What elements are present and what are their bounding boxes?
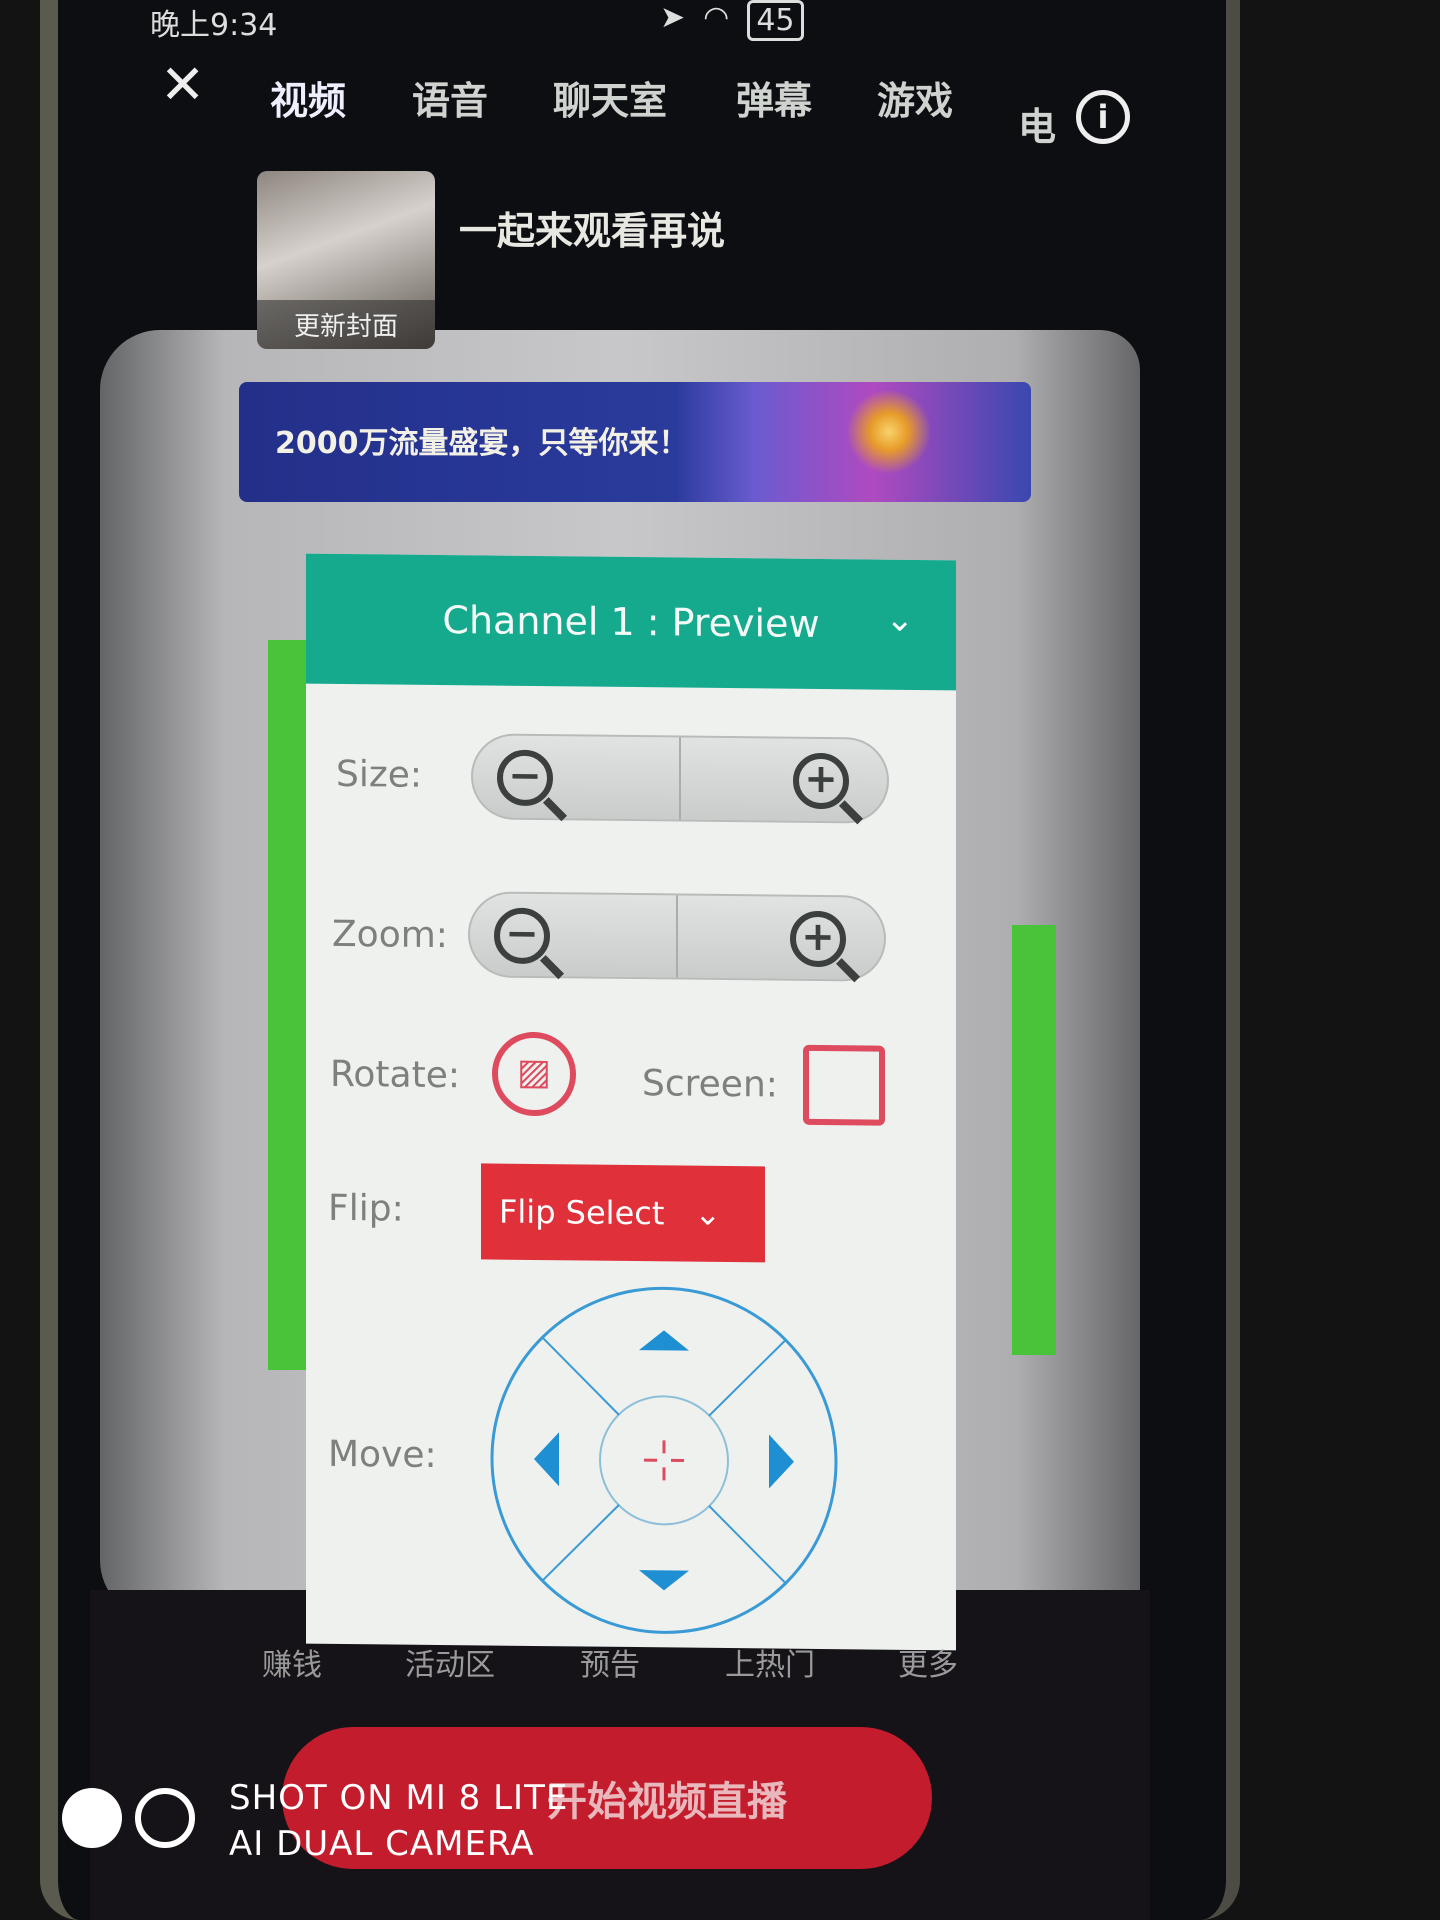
nav-more[interactable]: 更多	[898, 1640, 958, 1684]
size-increase-button[interactable]: +	[681, 738, 887, 822]
promo-banner[interactable]: 2000万流量盛宴，只等你来！	[239, 382, 1031, 502]
flip-select[interactable]: Flip Select ⌄	[481, 1163, 765, 1263]
location-icon: ➤	[660, 0, 686, 35]
zoom-label: Zoom:	[332, 913, 448, 957]
nav-earn[interactable]: 赚钱	[262, 1640, 322, 1684]
status-icons: ➤ ◠ 45	[660, 0, 804, 41]
center-icon	[644, 1440, 684, 1481]
move-right-arrow-icon[interactable]	[769, 1434, 794, 1489]
size-control: − +	[471, 733, 889, 824]
size-label: Size:	[336, 753, 423, 796]
zoom-increase-button[interactable]: +	[678, 895, 884, 979]
preview-control-panel: Channel 1 : Preview ⌄ Size: − + Zoom: − …	[306, 553, 956, 1651]
zoom-out-icon: −	[497, 749, 553, 807]
watermark-dot-outline	[135, 1788, 195, 1848]
panel-title: Channel 1 : Preview	[442, 598, 820, 646]
move-dpad	[490, 1286, 838, 1634]
move-up-arrow-icon[interactable]	[639, 1330, 689, 1351]
tab-game[interactable]: 游戏	[877, 70, 953, 125]
zoom-out-icon: −	[494, 907, 550, 965]
nav-preview[interactable]: 预告	[580, 1640, 640, 1684]
size-decrease-button[interactable]: −	[473, 735, 681, 820]
banner-text: 2000万流量盛宴，只等你来！	[275, 426, 689, 461]
flip-select-value: Flip Select	[499, 1192, 665, 1233]
move-left-arrow-icon[interactable]	[534, 1432, 559, 1487]
room-title[interactable]: 一起来观看再说	[459, 200, 725, 255]
tab-video[interactable]: 视频	[270, 70, 346, 125]
move-down-arrow-icon[interactable]	[639, 1570, 689, 1591]
wifi-icon: ◠	[703, 0, 730, 35]
flip-label: Flip:	[328, 1187, 404, 1230]
cover-thumbnail[interactable]: 更新封面	[257, 171, 435, 349]
tab-more[interactable]: 电	[1018, 96, 1056, 151]
rotate-icon[interactable]: ▨	[492, 1031, 576, 1117]
zoom-decrease-button[interactable]: −	[470, 893, 678, 978]
screen-icon[interactable]	[803, 1044, 885, 1126]
nav-activity[interactable]: 活动区	[405, 1640, 495, 1684]
tab-danmaku[interactable]: 弹幕	[736, 70, 812, 125]
close-icon[interactable]: ✕	[160, 58, 205, 112]
zoom-in-icon: +	[793, 752, 849, 810]
tab-chatroom[interactable]: 聊天室	[553, 70, 667, 125]
chevron-down-icon[interactable]: ⌄	[886, 600, 915, 640]
watermark-dot-filled	[62, 1788, 122, 1848]
screen-label: Screen:	[642, 1063, 778, 1106]
chevron-down-icon: ⌄	[694, 1194, 722, 1233]
zoom-control: − +	[468, 891, 886, 982]
nav-trending[interactable]: 上热门	[725, 1640, 815, 1684]
panel-header[interactable]: Channel 1 : Preview ⌄	[306, 553, 956, 691]
watermark-line1: SHOT ON MI 8 LITE	[229, 1778, 569, 1818]
move-label: Move:	[328, 1433, 437, 1476]
banner-logo	[819, 390, 959, 494]
status-time: 晚上9:34	[150, 8, 278, 43]
chat-bubble-left	[268, 640, 308, 1370]
battery-icon: 45	[747, 0, 804, 41]
info-icon[interactable]: i	[1076, 90, 1130, 144]
zoom-in-icon: +	[790, 910, 846, 968]
watermark-line2: AI DUAL CAMERA	[229, 1824, 535, 1864]
update-cover-label: 更新封面	[257, 300, 435, 349]
tab-voice[interactable]: 语音	[412, 70, 488, 125]
chat-bubble-right	[1012, 925, 1056, 1355]
rotate-label: Rotate:	[330, 1053, 460, 1097]
